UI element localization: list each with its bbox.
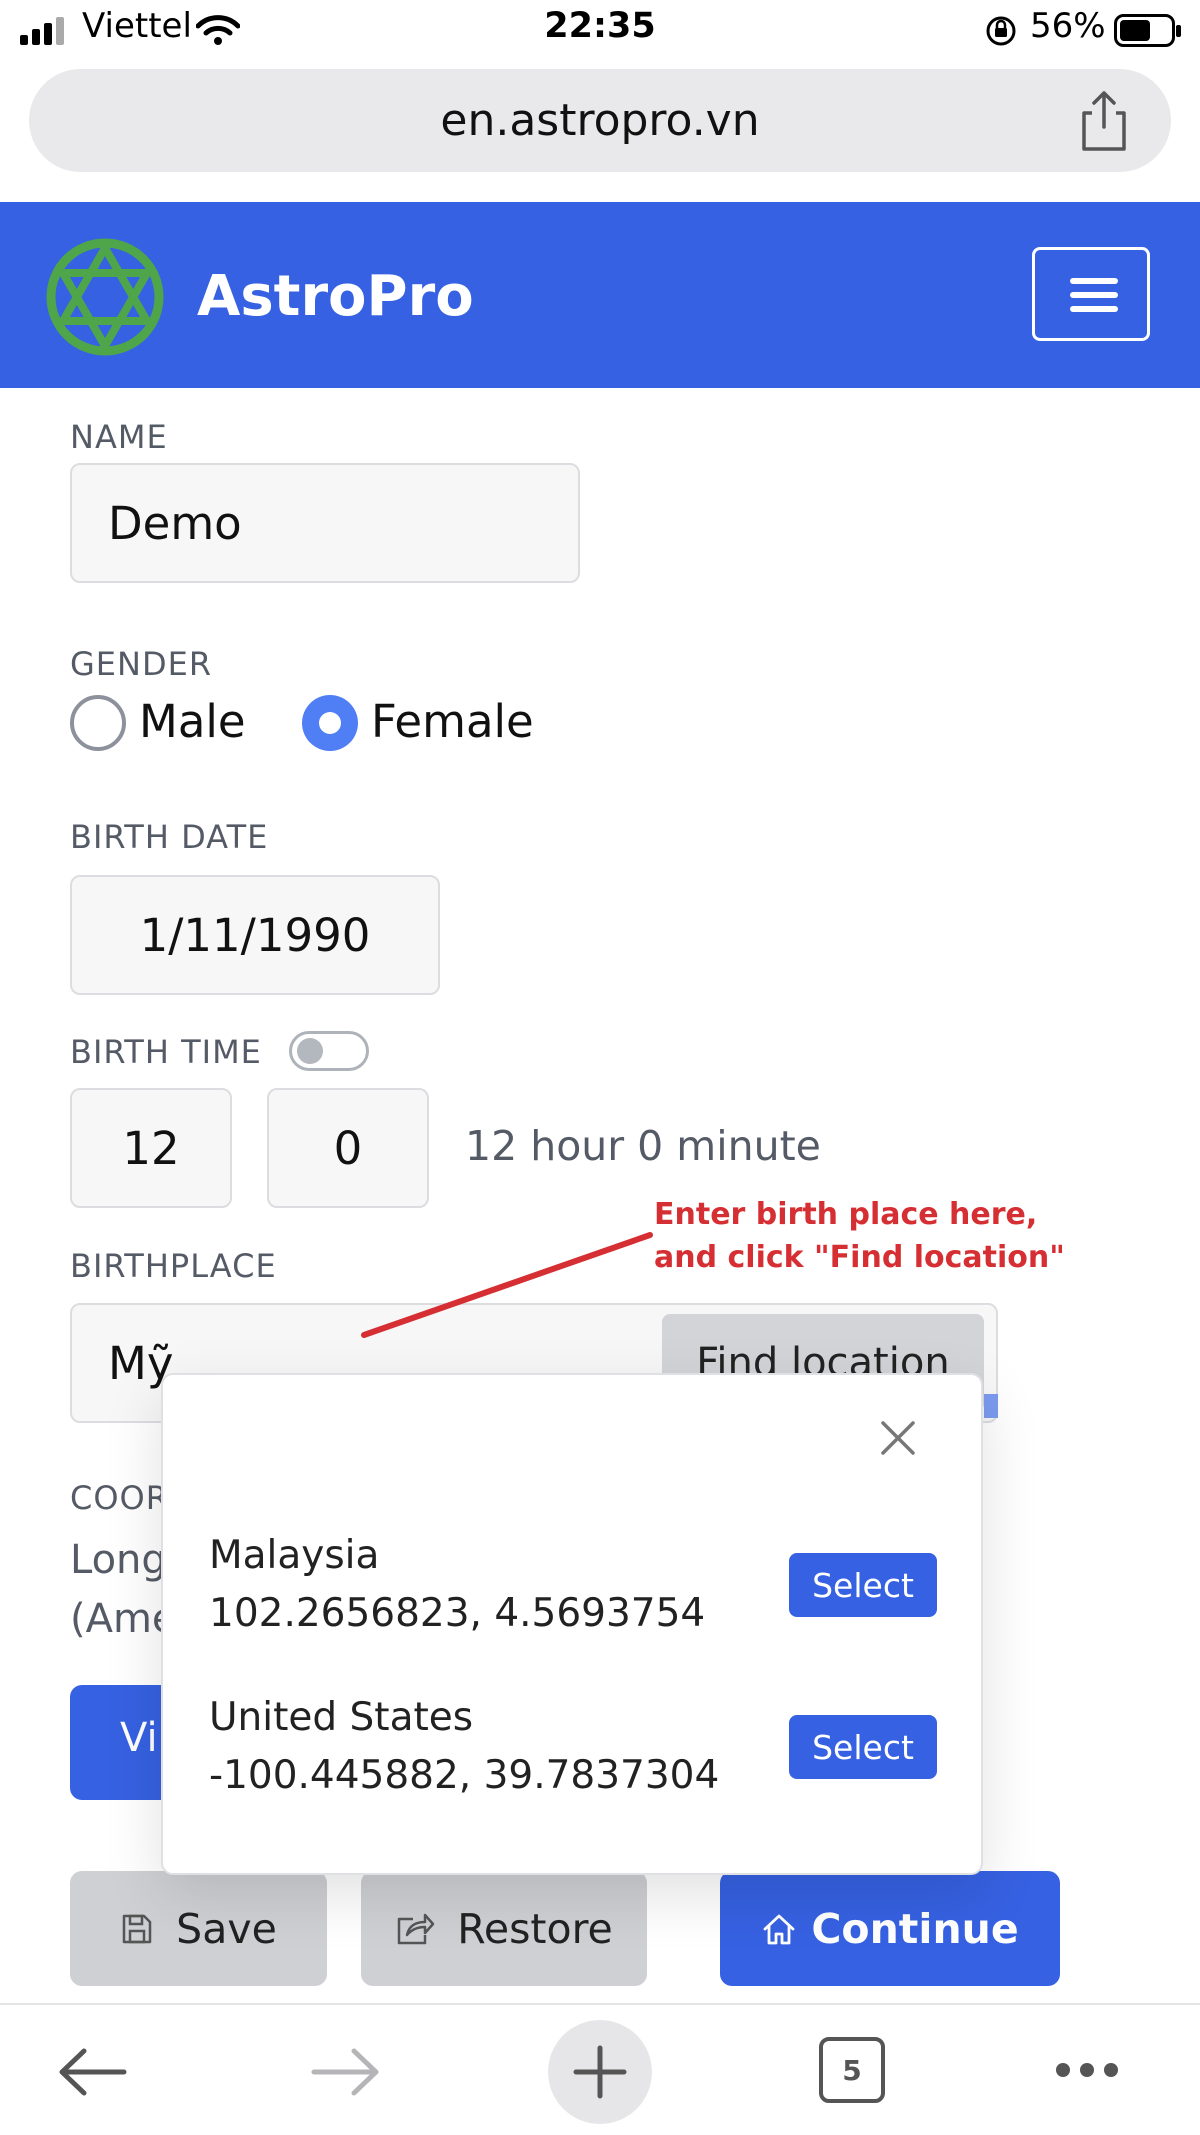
time-summary: 12 hour 0 minute (465, 1122, 821, 1170)
birth-time-label: BIRTH TIME (70, 1033, 262, 1071)
menu-button[interactable] (1032, 247, 1150, 341)
coordinates-line1: Long (70, 1537, 167, 1583)
select-location-button[interactable]: Select (789, 1715, 937, 1779)
name-label: NAME (70, 418, 168, 456)
save-button[interactable]: Save (70, 1871, 327, 1986)
annotation-arrow-line (361, 1232, 653, 1338)
address-bar[interactable]: en.astropro.vn (29, 69, 1171, 172)
gender-label: GENDER (70, 645, 213, 683)
navbar: AstroPro (0, 202, 1200, 388)
name-value: Demo (108, 496, 242, 550)
birth-time-toggle[interactable] (289, 1031, 369, 1071)
gender-radio-male[interactable] (70, 695, 126, 751)
hour-value: 12 (122, 1121, 180, 1175)
annotation-line2: and click "Find location" (654, 1240, 1065, 1275)
birth-date-input[interactable]: 1/11/1990 (70, 875, 440, 995)
plus-icon (573, 2045, 627, 2099)
share-icon[interactable] (1076, 89, 1132, 153)
location-results-modal: Malaysia 102.2656823, 4.5693754 Select U… (161, 1373, 983, 1875)
birth-date-value: 1/11/1990 (139, 908, 371, 962)
annotation-line1: Enter birth place here, (654, 1197, 1038, 1232)
save-icon (122, 1914, 152, 1943)
minute-input[interactable]: 0 (267, 1088, 429, 1208)
birth-date-label: BIRTH DATE (70, 818, 269, 856)
location-result-coords: 102.2656823, 4.5693754 (209, 1591, 706, 1636)
close-icon[interactable] (875, 1415, 921, 1461)
minute-value: 0 (333, 1121, 363, 1175)
annotation-text: Enter birth place here, and click "Find … (654, 1193, 1065, 1279)
continue-button[interactable]: Continue (720, 1871, 1060, 1986)
battery-percent: 56% (1030, 6, 1106, 46)
coordinates-label: COOR (70, 1479, 169, 1517)
location-result-item: United States -100.445882, 39.7837304 (209, 1689, 719, 1805)
restore-label: Restore (457, 1904, 613, 1953)
location-result-name: United States (209, 1695, 474, 1740)
forward-arrow-icon[interactable] (310, 2047, 382, 2097)
back-arrow-icon[interactable] (56, 2047, 128, 2097)
view-button-label: Vi (120, 1715, 158, 1761)
restore-icon (397, 1913, 435, 1944)
birthplace-label: BIRTHPLACE (70, 1247, 277, 1285)
logo-icon (46, 238, 164, 356)
location-result-name: Malaysia (209, 1533, 380, 1578)
continue-label: Continue (811, 1904, 1019, 1953)
select-location-button[interactable]: Select (789, 1553, 937, 1617)
gender-male-label[interactable]: Male (139, 695, 246, 748)
clock: 22:35 (544, 6, 656, 46)
gender-radio-female[interactable] (302, 695, 358, 751)
browser-toolbar: 5 (0, 2003, 1200, 2135)
battery-icon (1114, 14, 1181, 47)
tabs-button[interactable]: 5 (819, 2037, 885, 2103)
home-icon (763, 1914, 795, 1944)
more-options-icon[interactable] (1053, 2060, 1121, 2080)
new-tab-button[interactable] (548, 2020, 652, 2124)
name-input[interactable]: Demo (70, 463, 580, 583)
gender-female-label[interactable]: Female (371, 695, 534, 748)
status-bar: Viettel 22:35 56% (0, 0, 1200, 62)
brand-name[interactable]: AstroPro (197, 264, 474, 329)
scroll-indicator (984, 1394, 998, 1418)
url-text: en.astropro.vn (440, 95, 760, 146)
location-result-item: Malaysia 102.2656823, 4.5693754 (209, 1527, 705, 1643)
orientation-lock-icon (986, 16, 1016, 46)
location-result-coords: -100.445882, 39.7837304 (209, 1753, 720, 1798)
restore-button[interactable]: Restore (361, 1871, 647, 1986)
hour-input[interactable]: 12 (70, 1088, 232, 1208)
save-label: Save (176, 1904, 277, 1953)
